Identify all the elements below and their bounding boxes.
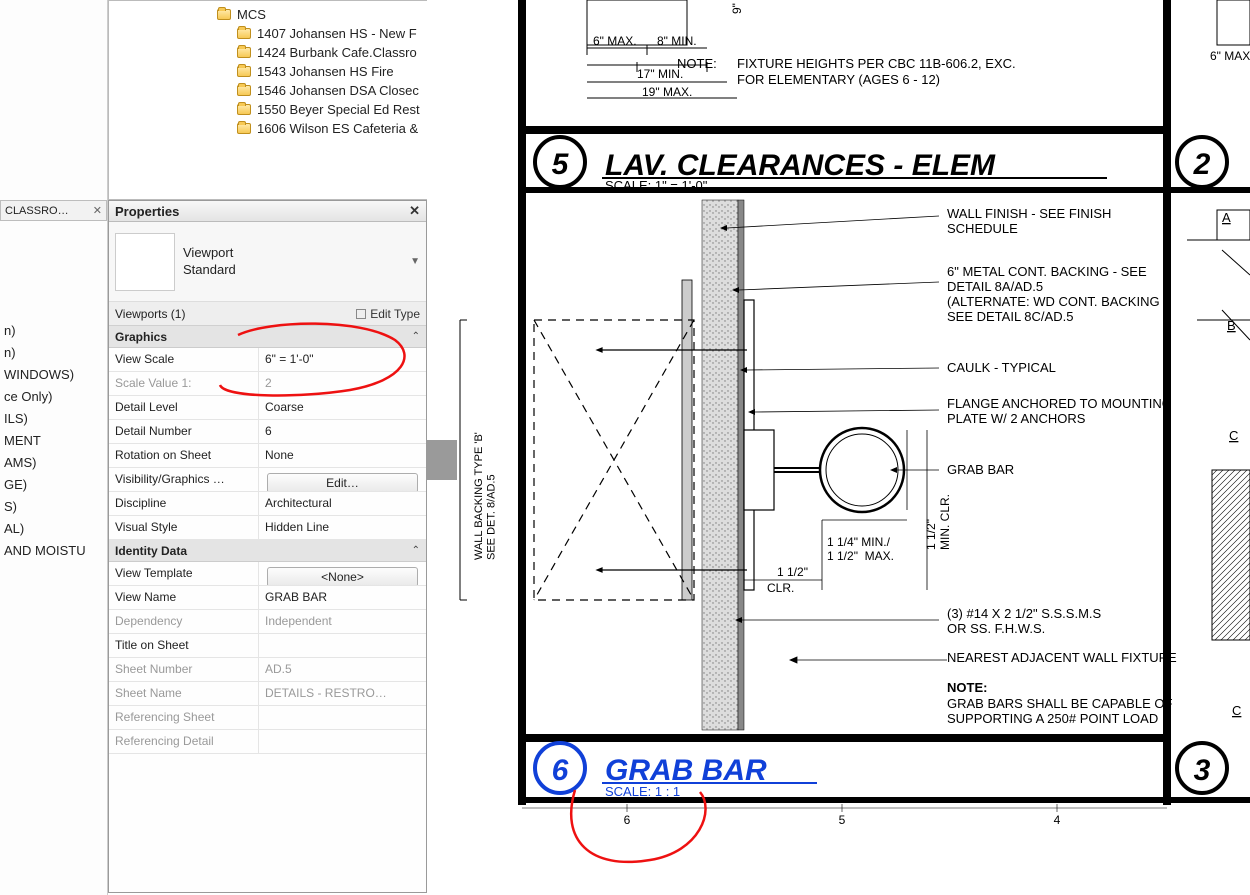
properties-title-bar[interactable]: Properties ✕ bbox=[109, 201, 426, 222]
tree-folder[interactable]: 1546 Johansen DSA Closec bbox=[117, 81, 424, 100]
svg-text:6" MAX.: 6" MAX. bbox=[593, 34, 637, 48]
folder-icon bbox=[237, 28, 251, 39]
svg-text:WALL BACKING TYPE 'B'SEE DET.: WALL BACKING TYPE 'B'SEE DET. 8/AD.5 bbox=[473, 432, 498, 560]
prop-rotation[interactable]: Rotation on SheetNone bbox=[109, 444, 426, 468]
detail-6-scale: SCALE: 1 : 1 bbox=[605, 784, 680, 799]
tree-folder-mcs[interactable]: MCS bbox=[117, 5, 424, 24]
folder-icon bbox=[237, 104, 251, 115]
detail-6-number: 6 bbox=[552, 754, 569, 787]
drawing-svg: 5 LAV. CLEARANCES - ELEM SCALE: 1" = 1'-… bbox=[427, 0, 1250, 895]
folder-icon bbox=[237, 123, 251, 134]
prop-detail-number[interactable]: Detail Number6 bbox=[109, 420, 426, 444]
prop-ref-detail: Referencing Detail bbox=[109, 730, 426, 754]
svg-text:GRAB BARS SHALL BE CAPABLE OFS: GRAB BARS SHALL BE CAPABLE OFSUPPORTING … bbox=[947, 696, 1172, 726]
tab-label: CLASSRO… bbox=[5, 205, 69, 217]
folder-icon bbox=[237, 85, 251, 96]
prop-dependency: DependencyIndependent bbox=[109, 610, 426, 634]
prop-detail-level[interactable]: Detail LevelCoarse bbox=[109, 396, 426, 420]
category-filter-row[interactable]: Viewports (1) Edit Type bbox=[109, 302, 426, 326]
edit-type-icon bbox=[356, 309, 366, 319]
svg-text:NOTE:: NOTE: bbox=[947, 680, 987, 695]
prop-ref-sheet: Referencing Sheet bbox=[109, 706, 426, 730]
tree-folder[interactable]: 1606 Wilson ES Cafeteria & bbox=[117, 119, 424, 138]
type-thumbnail bbox=[115, 233, 175, 291]
left-categories: n)n) WINDOWS)ce Only) ILS) MENTAMS) GE)S… bbox=[0, 320, 100, 562]
svg-text:9" M: 9" M bbox=[730, 0, 744, 14]
prop-visibility-graphics[interactable]: Visibility/Graphics …Edit… bbox=[109, 468, 426, 492]
svg-text:FOR ELEMENTARY (AGES 6 - 12): FOR ELEMENTARY (AGES 6 - 12) bbox=[737, 72, 940, 87]
detail-3-number: 3 bbox=[1194, 754, 1211, 787]
close-icon[interactable]: ✕ bbox=[93, 204, 102, 217]
drawing-canvas[interactable]: 5 LAV. CLEARANCES - ELEM SCALE: 1" = 1'-… bbox=[427, 0, 1250, 895]
detail-2-number: 2 bbox=[1193, 148, 1211, 181]
folder-icon bbox=[237, 47, 251, 58]
svg-text:GRAB BAR: GRAB BAR bbox=[947, 462, 1014, 477]
svg-text:WALL FINISH - SEE FINISHSCHEDU: WALL FINISH - SEE FINISHSCHEDULE bbox=[947, 206, 1111, 236]
chevron-down-icon[interactable]: ▼ bbox=[410, 256, 420, 267]
prop-view-template[interactable]: View Template<None> bbox=[109, 562, 426, 586]
svg-text:1 1/2": 1 1/2" bbox=[777, 565, 808, 579]
svg-text:1 1/2"MIN. CLR.: 1 1/2"MIN. CLR. bbox=[924, 494, 952, 550]
svg-text:CAULK - TYPICAL: CAULK - TYPICAL bbox=[947, 360, 1056, 375]
folder-icon bbox=[217, 9, 231, 20]
svg-text:19" MAX.: 19" MAX. bbox=[642, 85, 692, 99]
folder-icon bbox=[237, 66, 251, 77]
detail-5-number: 5 bbox=[552, 148, 570, 181]
svg-text:CLR.: CLR. bbox=[767, 581, 794, 595]
svg-text:NEAREST ADJACENT WALL FIXTURE: NEAREST ADJACENT WALL FIXTURE bbox=[947, 650, 1177, 665]
tree-folder[interactable]: 1407 Johansen HS - New F bbox=[117, 24, 424, 43]
svg-text:8" MIN.: 8" MIN. bbox=[657, 34, 697, 48]
svg-text:4: 4 bbox=[1054, 813, 1061, 827]
prop-visual-style[interactable]: Visual StyleHidden Line bbox=[109, 516, 426, 540]
edit-type-button[interactable]: Edit Type bbox=[356, 307, 420, 321]
type-selector[interactable]: Viewport Standard ▼ bbox=[109, 222, 426, 302]
tree-folder[interactable]: 1550 Beyer Special Ed Rest bbox=[117, 100, 424, 119]
close-icon[interactable]: ✕ bbox=[409, 203, 420, 219]
svg-text:6" METAL CONT. BACKING - SEEDE: 6" METAL CONT. BACKING - SEEDETAIL 8A/AD… bbox=[947, 264, 1168, 324]
svg-text:FLANGE ANCHORED TO MOUNTINGPLA: FLANGE ANCHORED TO MOUNTINGPLATE W/ 2 AN… bbox=[947, 396, 1172, 426]
prop-scale-value: Scale Value 1:2 bbox=[109, 372, 426, 396]
tab-classroom[interactable]: CLASSRO… ✕ bbox=[0, 200, 107, 221]
collapse-icon: ⌃ bbox=[412, 331, 420, 342]
svg-text:NOTE:: NOTE: bbox=[677, 56, 717, 71]
svg-text:FIXTURE HEIGHTS PER CBC 11B-60: FIXTURE HEIGHTS PER CBC 11B-606.2, EXC. bbox=[737, 56, 1016, 71]
properties-panel: Properties ✕ Viewport Standard ▼ Viewpor… bbox=[108, 200, 427, 893]
panel-title: Properties bbox=[115, 204, 179, 219]
prop-view-scale[interactable]: View Scale6" = 1'-0" bbox=[109, 348, 426, 372]
section-identity[interactable]: Identity Data⌃ bbox=[109, 540, 426, 562]
svg-text:C: C bbox=[1229, 428, 1238, 443]
svg-text:C: C bbox=[1232, 703, 1241, 718]
edit-button[interactable]: Edit… bbox=[267, 473, 418, 491]
view-template-button[interactable]: <None> bbox=[267, 567, 418, 585]
type-name: Viewport Standard bbox=[183, 245, 236, 279]
prop-title-on-sheet[interactable]: Title on Sheet bbox=[109, 634, 426, 658]
svg-text:A: A bbox=[1222, 210, 1231, 225]
svg-text:(3) #14 X 2 1/2" S.S.S.M.SOR S: (3) #14 X 2 1/2" S.S.S.M.SOR SS. F.H.W.S… bbox=[947, 606, 1102, 636]
tree-folder[interactable]: 1543 Johansen HS Fire bbox=[117, 62, 424, 81]
svg-text:B: B bbox=[1227, 318, 1236, 333]
prop-view-name[interactable]: View NameGRAB BAR bbox=[109, 586, 426, 610]
folder-tree-panel: MCS 1407 Johansen HS - New F 1424 Burban… bbox=[108, 0, 433, 200]
svg-text:1 1/4" MIN./1 1/2" MAX.: 1 1/4" MIN./1 1/2" MAX. bbox=[827, 535, 894, 563]
svg-text:6" MAX: 6" MAX bbox=[1210, 49, 1250, 63]
tree-folder[interactable]: 1424 Burbank Cafe.Classro bbox=[117, 43, 424, 62]
prop-sheet-number: Sheet NumberAD.5 bbox=[109, 658, 426, 682]
svg-text:5: 5 bbox=[839, 813, 846, 827]
detail-5-scale: SCALE: 1" = 1'-0" bbox=[605, 178, 708, 193]
prop-discipline[interactable]: DisciplineArchitectural bbox=[109, 492, 426, 516]
prop-sheet-name: Sheet NameDETAILS - RESTRO… bbox=[109, 682, 426, 706]
section-graphics[interactable]: Graphics⌃ bbox=[109, 326, 426, 348]
svg-text:6: 6 bbox=[624, 813, 631, 827]
collapse-icon: ⌃ bbox=[412, 545, 420, 556]
